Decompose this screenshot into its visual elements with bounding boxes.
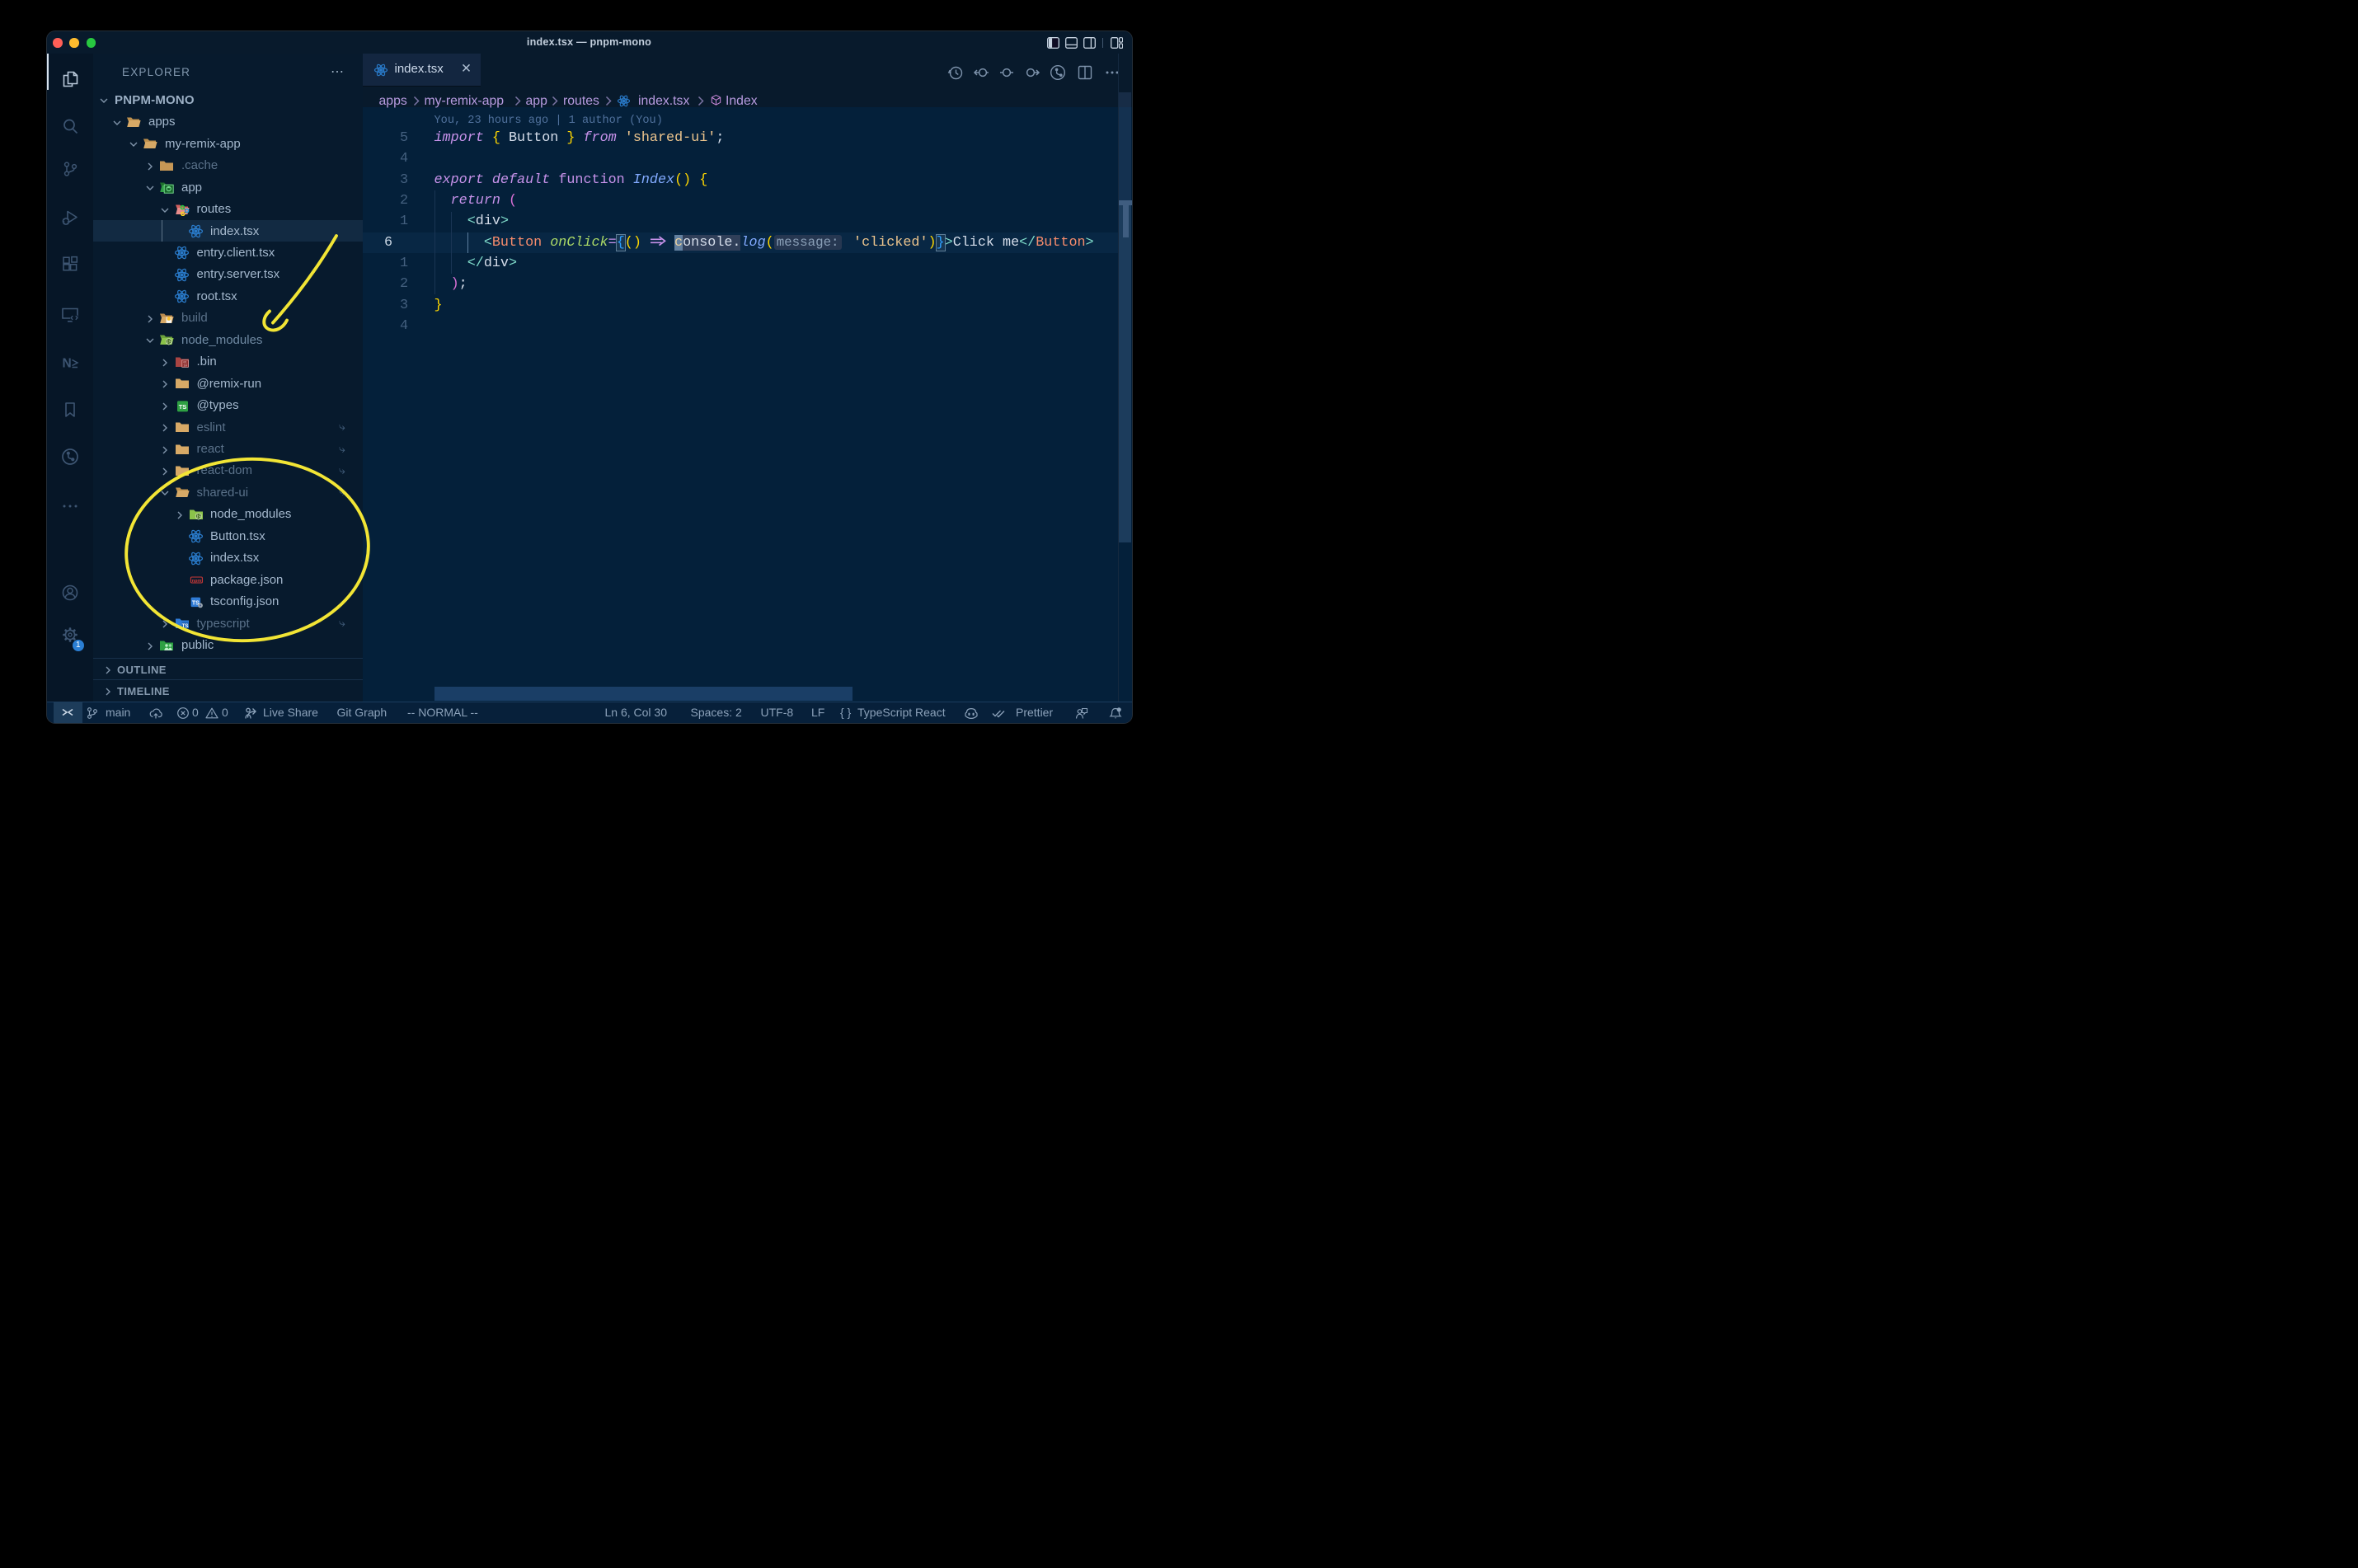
svg-text:JS: JS: [167, 340, 172, 345]
svg-text:TS: TS: [181, 624, 188, 629]
svg-text:10: 10: [183, 364, 186, 368]
svg-text:TS: TS: [178, 403, 186, 411]
svg-text:JS: JS: [196, 514, 202, 519]
svg-text:N: N: [62, 356, 71, 370]
svg-text:npm: npm: [192, 579, 202, 584]
